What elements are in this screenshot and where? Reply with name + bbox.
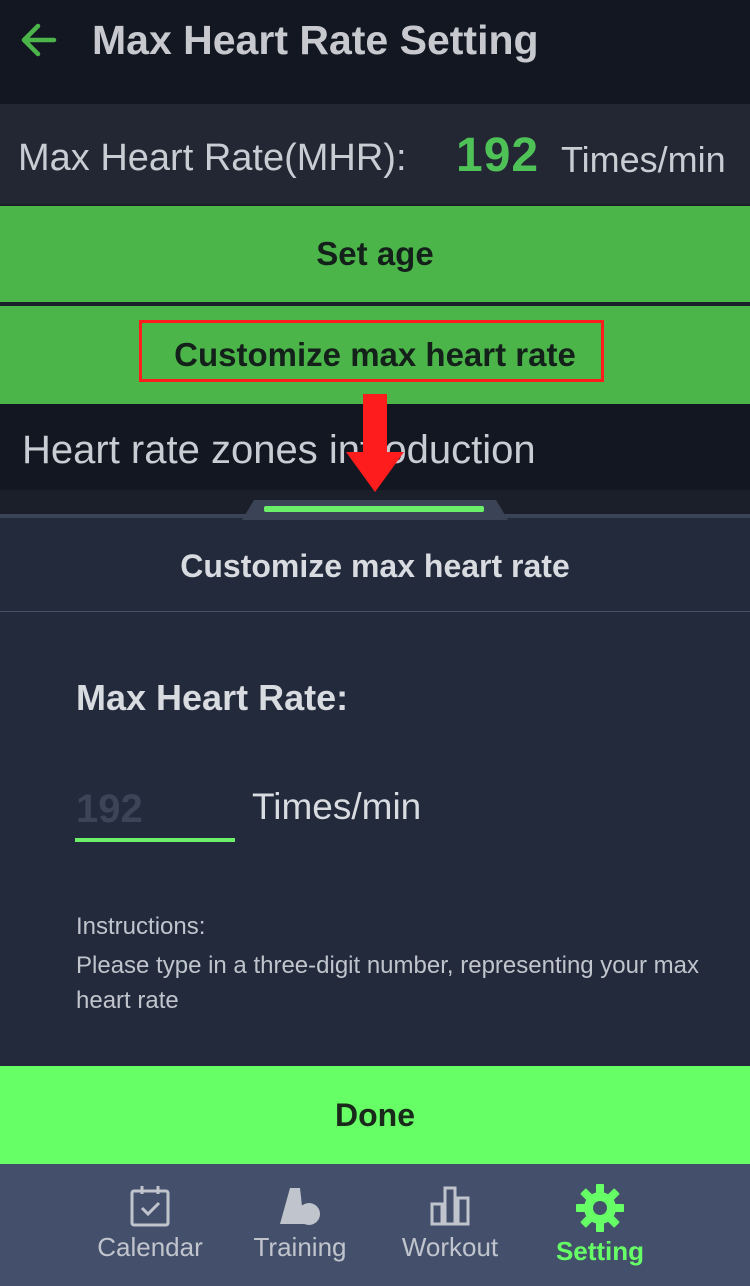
tab-label: Setting	[555, 1236, 645, 1266]
mhr-label: Max Heart Rate(MHR):	[18, 137, 407, 179]
calendar-icon	[130, 1186, 170, 1227]
mhr-unit: Times/min	[561, 139, 726, 180]
tab-label: Calendar	[97, 1232, 203, 1262]
instructions-body: Please type in a three-digit number, rep…	[76, 952, 700, 1014]
workout-icon	[430, 1186, 470, 1226]
sheet-drag-handle[interactable]	[264, 506, 484, 512]
mhr-value: 192	[456, 129, 540, 182]
back-arrow-icon[interactable]	[16, 18, 60, 62]
field-label: Max Heart Rate:	[76, 677, 349, 718]
zones-intro-label: Heart rate zones introduction	[22, 428, 536, 472]
tab-calendar[interactable]: Calendar	[85, 1180, 215, 1276]
max-heart-rate-input[interactable]	[76, 784, 232, 834]
gear-icon	[576, 1184, 624, 1232]
input-unit: Times/min	[252, 786, 422, 827]
tab-workout[interactable]: Workout	[385, 1180, 515, 1276]
done-button[interactable]: Done	[0, 1066, 750, 1164]
instructions-title: Instructions:	[76, 913, 206, 940]
tab-training[interactable]: Training	[235, 1180, 365, 1276]
page-title: Max Heart Rate Setting	[92, 17, 539, 63]
tab-label: Workout	[401, 1232, 499, 1262]
training-icon	[280, 1188, 320, 1225]
tab-label: Training	[253, 1232, 347, 1262]
input-underline	[75, 838, 235, 842]
red-arrow-annotation-icon	[346, 394, 404, 492]
sheet-top-edge	[0, 514, 750, 518]
sheet-title: Customize max heart rate	[180, 548, 570, 584]
tab-setting[interactable]: Setting	[535, 1180, 665, 1276]
set-age-button[interactable]: Set age	[0, 206, 750, 302]
divider	[0, 611, 750, 612]
highlight-box	[139, 320, 604, 382]
